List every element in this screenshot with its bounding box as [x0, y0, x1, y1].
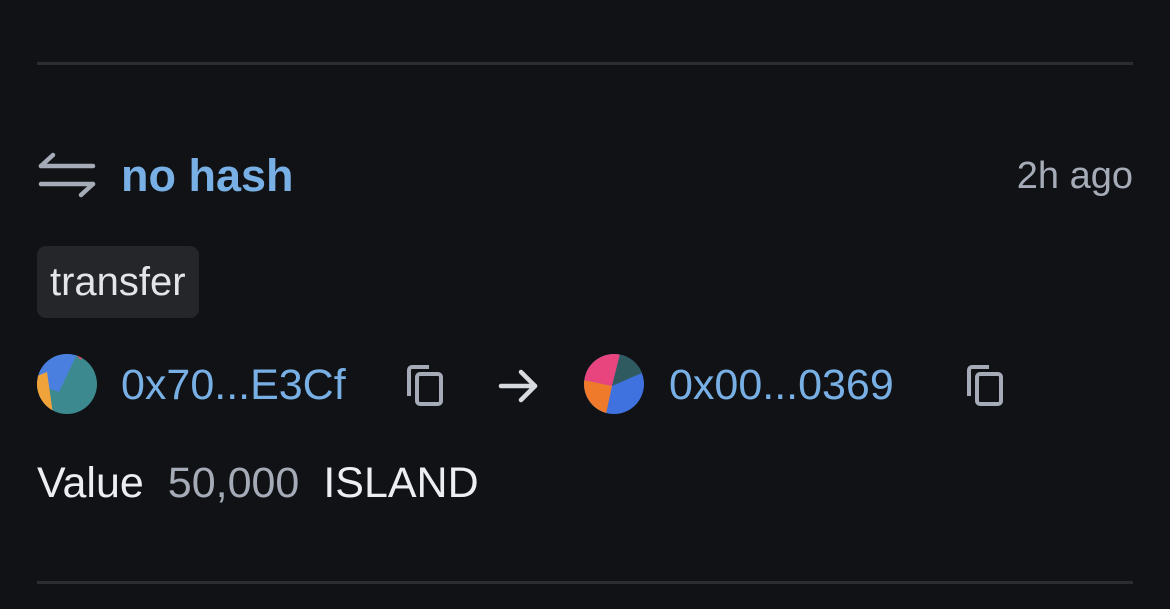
divider-top	[37, 62, 1133, 65]
transaction-type-tag: transfer	[37, 246, 199, 318]
arrows-left-right-icon	[38, 152, 96, 198]
value-token: ISLAND	[323, 459, 479, 507]
value-row: Value 50,000 ISLAND	[37, 456, 479, 510]
value-amount: 50,000	[167, 459, 300, 507]
arrow-right-icon	[498, 369, 538, 403]
value-label: Value	[37, 459, 144, 507]
transaction-list: no hash 2h ago transfer 0x70...E3Cf 0x00…	[0, 0, 1170, 609]
divider-bottom	[37, 581, 1133, 584]
transaction-hash-link[interactable]: no hash	[121, 150, 294, 202]
to-address-link[interactable]: 0x00...0369	[669, 358, 894, 412]
copy-to-address-icon[interactable]	[965, 364, 1005, 408]
to-avatar	[584, 354, 644, 414]
from-avatar	[37, 354, 97, 414]
transaction-header: no hash 2h ago	[37, 148, 1133, 204]
copy-from-address-icon[interactable]	[405, 364, 445, 408]
from-address-link[interactable]: 0x70...E3Cf	[121, 358, 346, 412]
timestamp: 2h ago	[1016, 155, 1133, 197]
address-row: 0x70...E3Cf 0x00...0369	[37, 354, 1133, 416]
